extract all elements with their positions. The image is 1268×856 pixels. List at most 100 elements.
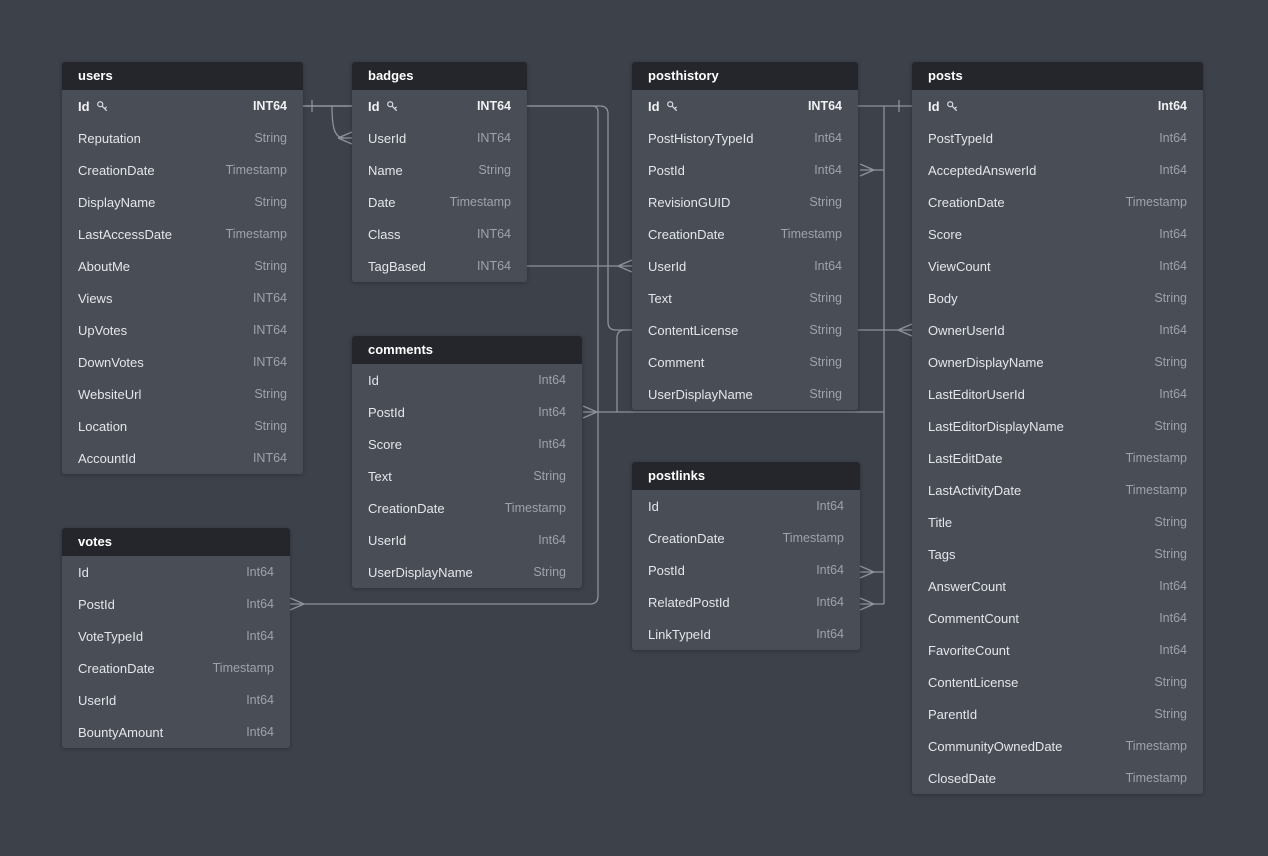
table-header-users[interactable]: users [62, 62, 303, 90]
field-row-posts-posttypeid[interactable]: PostTypeIdInt64 [912, 122, 1203, 154]
field-row-posts-creationdate[interactable]: CreationDateTimestamp [912, 186, 1203, 218]
field-row-posts-answercount[interactable]: AnswerCountInt64 [912, 570, 1203, 602]
field-type: Timestamp [226, 163, 287, 177]
field-row-comments-userdisplayname[interactable]: UserDisplayNameString [352, 556, 582, 588]
field-row-comments-id[interactable]: IdInt64 [352, 364, 582, 396]
field-type: Int64 [246, 725, 274, 739]
field-row-postlinks-id[interactable]: IdInt64 [632, 490, 860, 522]
field-row-posthistory-userid[interactable]: UserIdInt64 [632, 250, 858, 282]
table-postlinks[interactable]: postlinksIdInt64CreationDateTimestampPos… [632, 462, 860, 650]
field-name: AccountId [78, 451, 136, 466]
table-header-votes[interactable]: votes [62, 528, 290, 556]
field-row-posts-favoritecount[interactable]: FavoriteCountInt64 [912, 634, 1203, 666]
field-row-postlinks-relatedpostid[interactable]: RelatedPostIdInt64 [632, 586, 860, 618]
table-header-badges[interactable]: badges [352, 62, 527, 90]
field-row-posts-closeddate[interactable]: ClosedDateTimestamp [912, 762, 1203, 794]
field-row-posts-title[interactable]: TitleString [912, 506, 1203, 538]
field-row-badges-id[interactable]: IdINT64 [352, 90, 527, 122]
field-row-posthistory-userdisplayname[interactable]: UserDisplayNameString [632, 378, 858, 410]
field-row-votes-userid[interactable]: UserIdInt64 [62, 684, 290, 716]
erd-canvas[interactable]: usersIdINT64ReputationStringCreationDate… [0, 0, 1268, 856]
field-row-users-id[interactable]: IdINT64 [62, 90, 303, 122]
field-row-posts-lasteditdate[interactable]: LastEditDateTimestamp [912, 442, 1203, 474]
field-row-users-lastaccessdate[interactable]: LastAccessDateTimestamp [62, 218, 303, 250]
relationship-line-users-badges-userid [332, 106, 344, 138]
field-row-posthistory-text[interactable]: TextString [632, 282, 858, 314]
field-row-votes-id[interactable]: IdInt64 [62, 556, 290, 588]
field-row-badges-date[interactable]: DateTimestamp [352, 186, 527, 218]
field-row-comments-creationdate[interactable]: CreationDateTimestamp [352, 492, 582, 524]
field-row-posthistory-revisionguid[interactable]: RevisionGUIDString [632, 186, 858, 218]
field-row-comments-score[interactable]: ScoreInt64 [352, 428, 582, 460]
field-row-users-displayname[interactable]: DisplayNameString [62, 186, 303, 218]
field-row-posts-lasteditoruserid[interactable]: LastEditorUserIdInt64 [912, 378, 1203, 410]
field-type: String [478, 163, 511, 177]
field-type: Int64 [1159, 227, 1187, 241]
field-row-users-reputation[interactable]: ReputationString [62, 122, 303, 154]
field-row-postlinks-creationdate[interactable]: CreationDateTimestamp [632, 522, 860, 554]
field-row-posthistory-comment[interactable]: CommentString [632, 346, 858, 378]
table-header-posts[interactable]: posts [912, 62, 1203, 90]
field-row-users-upvotes[interactable]: UpVotesINT64 [62, 314, 303, 346]
field-row-posts-id[interactable]: IdInt64 [912, 90, 1203, 122]
field-type: Int64 [816, 563, 844, 577]
field-row-badges-class[interactable]: ClassINT64 [352, 218, 527, 250]
table-posthistory[interactable]: posthistoryIdINT64PostHistoryTypeIdInt64… [632, 62, 858, 410]
field-row-posthistory-creationdate[interactable]: CreationDateTimestamp [632, 218, 858, 250]
field-row-badges-name[interactable]: NameString [352, 154, 527, 186]
field-row-votes-creationdate[interactable]: CreationDateTimestamp [62, 652, 290, 684]
field-name: UserDisplayName [648, 387, 753, 402]
field-row-posts-ownerdisplayname[interactable]: OwnerDisplayNameString [912, 346, 1203, 378]
table-badges[interactable]: badgesIdINT64UserIdINT64NameStringDateTi… [352, 62, 527, 282]
table-header-posthistory[interactable]: posthistory [632, 62, 858, 90]
field-row-posthistory-id[interactable]: IdINT64 [632, 90, 858, 122]
table-posts[interactable]: postsIdInt64PostTypeIdInt64AcceptedAnswe… [912, 62, 1203, 794]
field-type: String [254, 259, 287, 273]
field-row-postlinks-postid[interactable]: PostIdInt64 [632, 554, 860, 586]
field-row-posthistory-posthistorytypeid[interactable]: PostHistoryTypeIdInt64 [632, 122, 858, 154]
field-name: Views [78, 291, 112, 306]
field-row-users-location[interactable]: LocationString [62, 410, 303, 442]
field-row-badges-tagbased[interactable]: TagBasedINT64 [352, 250, 527, 282]
field-row-users-creationdate[interactable]: CreationDateTimestamp [62, 154, 303, 186]
field-name: Tags [928, 547, 955, 562]
primary-key-icon [96, 100, 109, 113]
field-row-posthistory-contentlicense[interactable]: ContentLicenseString [632, 314, 858, 346]
field-row-posts-communityowneddate[interactable]: CommunityOwnedDateTimestamp [912, 730, 1203, 762]
field-row-posts-body[interactable]: BodyString [912, 282, 1203, 314]
table-users[interactable]: usersIdINT64ReputationStringCreationDate… [62, 62, 303, 474]
field-type: Int64 [814, 163, 842, 177]
field-name: LastEditorUserId [928, 387, 1025, 402]
field-name: VoteTypeId [78, 629, 143, 644]
field-name: FavoriteCount [928, 643, 1010, 658]
table-header-comments[interactable]: comments [352, 336, 582, 364]
field-row-comments-text[interactable]: TextString [352, 460, 582, 492]
table-votes[interactable]: votesIdInt64PostIdInt64VoteTypeIdInt64Cr… [62, 528, 290, 748]
field-row-posts-parentid[interactable]: ParentIdString [912, 698, 1203, 730]
field-row-users-accountid[interactable]: AccountIdINT64 [62, 442, 303, 474]
field-row-posts-lasteditordisplayname[interactable]: LastEditorDisplayNameString [912, 410, 1203, 442]
field-row-posts-tags[interactable]: TagsString [912, 538, 1203, 570]
field-row-users-aboutme[interactable]: AboutMeString [62, 250, 303, 282]
field-row-votes-votetypeid[interactable]: VoteTypeIdInt64 [62, 620, 290, 652]
field-row-posts-owneruserid[interactable]: OwnerUserIdInt64 [912, 314, 1203, 346]
field-row-comments-userid[interactable]: UserIdInt64 [352, 524, 582, 556]
field-row-posts-score[interactable]: ScoreInt64 [912, 218, 1203, 250]
field-row-posts-commentcount[interactable]: CommentCountInt64 [912, 602, 1203, 634]
field-row-votes-postid[interactable]: PostIdInt64 [62, 588, 290, 620]
field-row-comments-postid[interactable]: PostIdInt64 [352, 396, 582, 428]
field-row-users-downvotes[interactable]: DownVotesINT64 [62, 346, 303, 378]
field-row-users-views[interactable]: ViewsINT64 [62, 282, 303, 314]
table-comments[interactable]: commentsIdInt64PostIdInt64ScoreInt64Text… [352, 336, 582, 588]
field-row-posts-acceptedanswerid[interactable]: AcceptedAnswerIdInt64 [912, 154, 1203, 186]
field-row-postlinks-linktypeid[interactable]: LinkTypeIdInt64 [632, 618, 860, 650]
field-row-posts-viewcount[interactable]: ViewCountInt64 [912, 250, 1203, 282]
field-row-votes-bountyamount[interactable]: BountyAmountInt64 [62, 716, 290, 748]
field-row-posts-contentlicense[interactable]: ContentLicenseString [912, 666, 1203, 698]
field-row-posts-lastactivitydate[interactable]: LastActivityDateTimestamp [912, 474, 1203, 506]
field-row-posthistory-postid[interactable]: PostIdInt64 [632, 154, 858, 186]
field-row-users-websiteurl[interactable]: WebsiteUrlString [62, 378, 303, 410]
table-header-postlinks[interactable]: postlinks [632, 462, 860, 490]
field-row-badges-userid[interactable]: UserIdINT64 [352, 122, 527, 154]
field-type: Timestamp [450, 195, 511, 209]
